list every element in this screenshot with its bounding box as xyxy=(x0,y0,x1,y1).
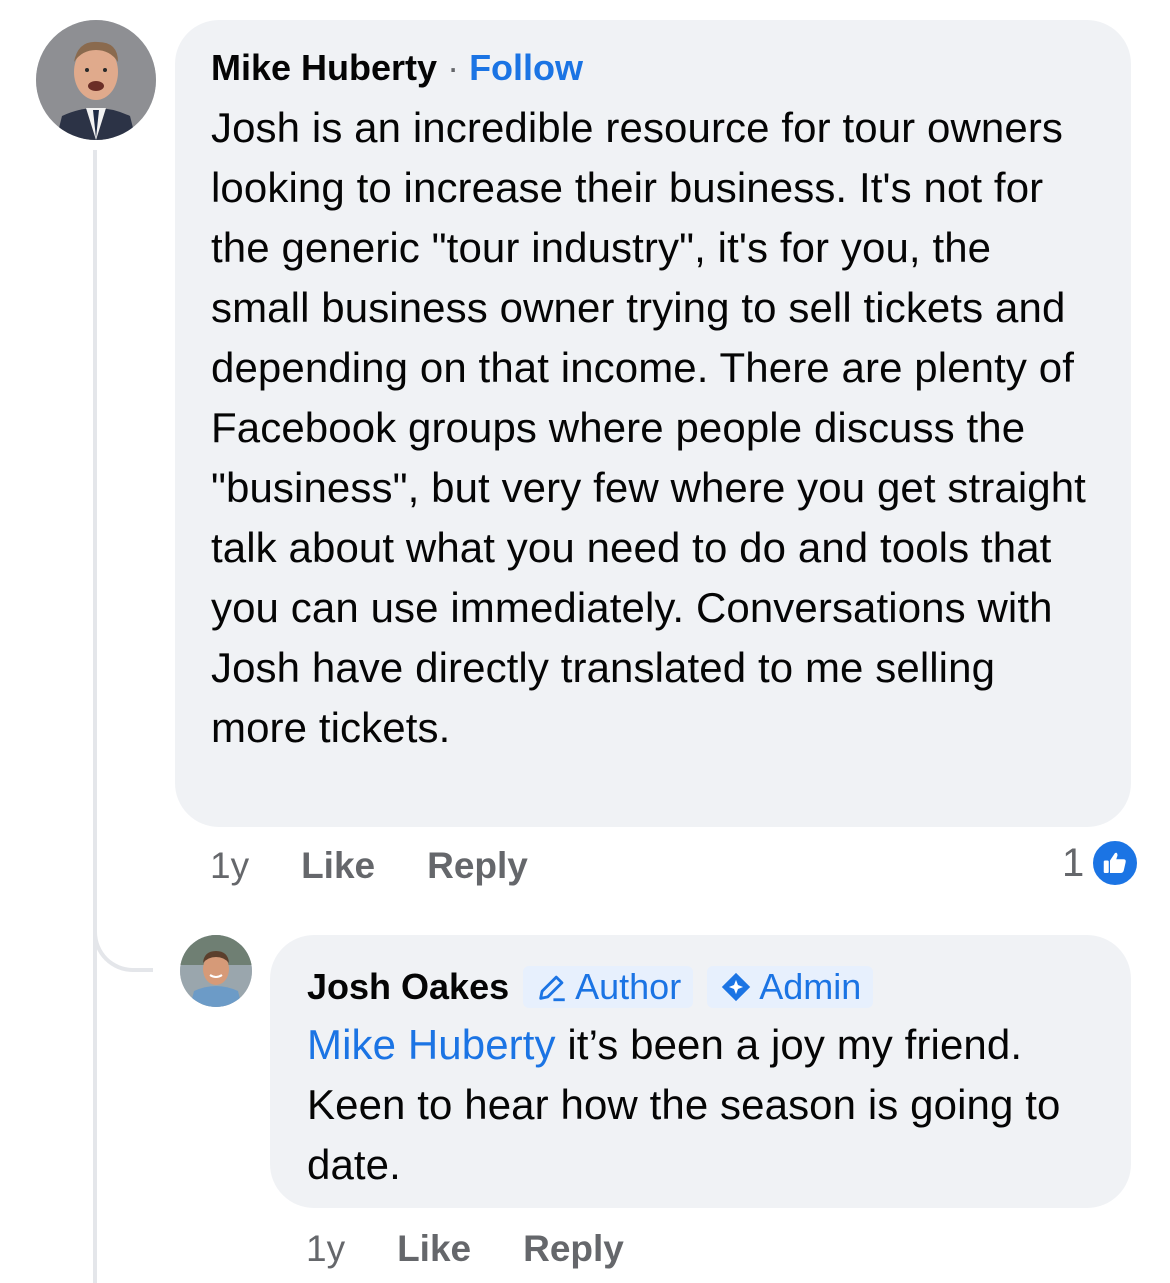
author-name[interactable]: Josh Oakes xyxy=(307,966,509,1008)
avatar[interactable] xyxy=(180,935,252,1007)
comment-thread: Mike Huberty · Follow Josh is an incredi… xyxy=(0,0,1170,1283)
pencil-icon xyxy=(539,975,565,1002)
avatar-image xyxy=(180,935,252,1007)
author-badge: Author xyxy=(523,966,694,1008)
reaction-count: 1 xyxy=(1062,840,1085,885)
comment-actions: 1y Like Reply xyxy=(210,845,580,887)
admin-shield-icon xyxy=(722,972,751,1002)
comment-timestamp[interactable]: 1y xyxy=(210,845,249,887)
admin-badge-label: Admin xyxy=(759,966,862,1007)
reply-text: Mike Huberty it’s been a joy my friend. … xyxy=(307,1015,1094,1195)
thread-line xyxy=(93,150,97,1283)
author-name[interactable]: Mike Huberty xyxy=(211,47,437,89)
reply-button[interactable]: Reply xyxy=(523,1228,624,1270)
reaction-summary[interactable]: 1 xyxy=(1062,838,1141,888)
reply-timestamp[interactable]: 1y xyxy=(306,1228,345,1270)
like-button[interactable]: Like xyxy=(301,845,375,887)
mention-link[interactable]: Mike Huberty xyxy=(307,1021,556,1068)
like-button[interactable]: Like xyxy=(397,1228,471,1270)
reply-button[interactable]: Reply xyxy=(427,845,528,887)
follow-button[interactable]: Follow xyxy=(469,47,583,89)
reply-actions: 1y Like Reply xyxy=(306,1228,676,1270)
avatar[interactable] xyxy=(36,20,156,140)
reply-bubble: Josh Oakes Author Admin Mike Huberty it’… xyxy=(270,935,1131,1208)
admin-badge: Admin xyxy=(707,966,874,1008)
separator-dot: · xyxy=(447,47,460,88)
reply-header: Josh Oakes Author Admin xyxy=(307,963,1094,1011)
comment-text: Josh is an incredible resource for tour … xyxy=(211,104,1086,751)
thread-connector xyxy=(93,900,153,972)
avatar-image xyxy=(36,20,156,140)
author-badge-label: Author xyxy=(575,966,682,1007)
comment-bubble: Mike Huberty · Follow Josh is an incredi… xyxy=(175,20,1131,827)
thumbs-up-icon xyxy=(1090,838,1141,888)
comment-header: Mike Huberty · Follow xyxy=(211,42,1095,94)
